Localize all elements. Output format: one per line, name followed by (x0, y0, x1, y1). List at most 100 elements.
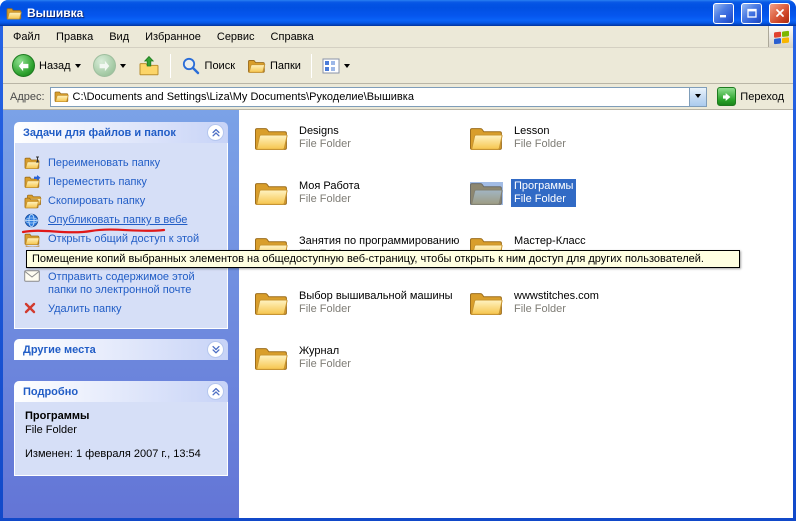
search-label: Поиск (205, 60, 235, 72)
move-folder-icon (24, 175, 42, 189)
tooltip: Помещение копий выбранных элементов на о… (26, 250, 740, 268)
window-title: Вышивка (27, 6, 706, 20)
folders-icon (247, 58, 266, 74)
task-item-delete-folder[interactable]: Удалить папку (24, 303, 222, 316)
publish-web-icon (24, 213, 42, 228)
collapse-button[interactable] (207, 124, 224, 141)
task-pane: Задачи для файлов и папок Переи (3, 110, 239, 518)
folder-name: Designs (299, 125, 351, 138)
address-dropdown-button[interactable] (689, 88, 706, 106)
rename-folder-icon (24, 156, 42, 170)
menu-item-view[interactable]: Вид (101, 27, 137, 47)
up-folder-icon (138, 55, 160, 77)
file-tasks-panel: Задачи для файлов и папок Переи (14, 122, 228, 329)
folder-item-selected[interactable]: ПрограммыFile Folder (469, 179, 681, 207)
explorer-window: Вышивка Файл Правка Вид Избранное Сервис… (0, 0, 796, 521)
folder-name: Выбор вышивальной машины (299, 290, 453, 303)
file-tasks-header[interactable]: Задачи для файлов и папок (14, 122, 228, 143)
folder-type: File Folder (299, 193, 360, 206)
expand-button[interactable] (207, 341, 224, 358)
address-bar: Адрес: C:\Documents and Settings\Liza\My… (3, 84, 793, 110)
title-bar[interactable]: Вышивка (0, 0, 796, 26)
folder-icon (254, 344, 288, 371)
folder-item[interactable]: Моя РаботаFile Folder (254, 179, 466, 207)
menu-item-favorites[interactable]: Избранное (137, 27, 209, 47)
window-chrome: Файл Правка Вид Избранное Сервис Справка (3, 26, 793, 518)
close-button[interactable] (769, 3, 790, 24)
forward-icon (93, 54, 116, 77)
task-item-copy-folder[interactable]: Скопировать папку (24, 195, 222, 209)
chevron-down-icon (695, 94, 701, 101)
folder-item[interactable]: wwwstitches.comFile Folder (469, 289, 681, 317)
views-dropdown-icon[interactable] (344, 64, 350, 71)
folder-type: File Folder (299, 303, 453, 316)
address-path: C:\Documents and Settings\Liza\My Docume… (73, 91, 414, 103)
menu-bar: Файл Правка Вид Избранное Сервис Справка (3, 26, 793, 48)
forward-button[interactable] (88, 51, 131, 80)
forward-dropdown-icon[interactable] (120, 64, 126, 71)
back-icon (12, 54, 35, 77)
up-button[interactable] (133, 52, 165, 80)
chevron-down-icon (211, 344, 221, 355)
go-icon (717, 87, 736, 106)
menu-item-tools[interactable]: Сервис (209, 27, 263, 47)
folder-type: File Folder (514, 193, 573, 206)
toolbar-separator (311, 54, 312, 78)
search-icon (181, 56, 201, 76)
copy-folder-icon (24, 194, 42, 209)
toolbar-separator (170, 54, 171, 78)
menu-item-help[interactable]: Справка (263, 27, 322, 47)
address-combobox[interactable]: C:\Documents and Settings\Liza\My Docume… (50, 87, 708, 107)
close-icon (775, 8, 785, 18)
back-button[interactable]: Назад (7, 51, 86, 80)
folder-name: Lesson (514, 125, 566, 138)
search-button[interactable]: Поиск (176, 53, 240, 79)
window-body: Задачи для файлов и папок Переи (3, 110, 793, 518)
task-item-move-folder[interactable]: Переместить папку (24, 176, 222, 189)
folder-item[interactable]: LessonFile Folder (469, 124, 681, 152)
other-places-header[interactable]: Другие места (14, 339, 228, 360)
views-button[interactable] (317, 55, 355, 77)
menu-item-edit[interactable]: Правка (48, 27, 101, 47)
folders-label: Папки (270, 60, 301, 72)
folder-item[interactable]: ЖурналFile Folder (254, 344, 466, 372)
minimize-button[interactable] (713, 3, 734, 24)
folder-icon (254, 124, 288, 151)
folder-name: Моя Работа (299, 180, 360, 193)
folder-item[interactable]: Выбор вышивальной машиныFile Folder (254, 289, 466, 317)
back-dropdown-icon[interactable] (75, 64, 81, 71)
details-title: Подробно (23, 386, 78, 398)
go-button[interactable]: Переход (712, 87, 789, 106)
address-label: Адрес: (7, 91, 45, 103)
other-places-title: Другие места (23, 344, 96, 356)
chevron-up-icon (211, 127, 221, 138)
task-item-email-folder[interactable]: Отправить содержимое этой папки по элект… (24, 271, 222, 297)
email-icon (24, 270, 42, 282)
file-tasks-body: Переименовать папку Переместить папку (14, 143, 228, 329)
folder-name: wwwstitches.com (514, 290, 599, 303)
folder-name: Занятия по программированию (299, 235, 459, 248)
maximize-button[interactable] (741, 3, 762, 24)
folder-icon (469, 289, 503, 316)
folder-name: Мастер-Класс (514, 235, 586, 248)
folder-type: File Folder (514, 303, 599, 316)
task-item-publish-folder-web[interactable]: Опубликовать папку в вебе (24, 214, 222, 228)
task-item-share-folder[interactable]: Открыть общий доступ к этой (24, 233, 222, 247)
collapse-button[interactable] (207, 383, 224, 400)
window-folder-icon (6, 6, 22, 21)
details-panel: Подробно Программы File Folder Изменен: … (14, 381, 228, 476)
details-body: Программы File Folder Изменен: 1 февраля… (14, 402, 228, 476)
chevron-up-icon (211, 386, 221, 397)
details-header[interactable]: Подробно (14, 381, 228, 402)
folders-button[interactable]: Папки (242, 55, 306, 77)
other-places-panel: Другие места (14, 339, 228, 360)
task-item-rename-folder[interactable]: Переименовать папку (24, 157, 222, 170)
folder-name: Журнал (299, 345, 351, 358)
back-label: Назад (39, 60, 71, 72)
views-icon (322, 58, 340, 74)
folder-item[interactable]: DesignsFile Folder (254, 124, 466, 152)
delete-icon (24, 302, 42, 314)
folder-type: File Folder (299, 138, 351, 151)
menu-item-file[interactable]: Файл (5, 27, 48, 47)
share-folder-icon (24, 232, 42, 247)
